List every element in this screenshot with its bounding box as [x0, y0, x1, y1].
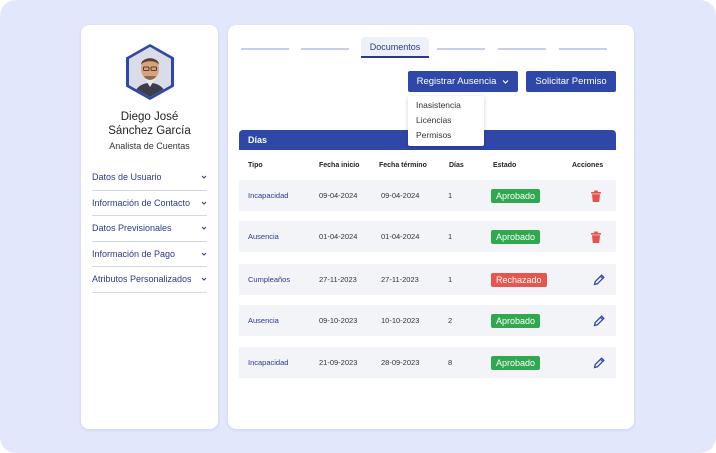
cell-tipo: Incapacidad: [248, 358, 289, 367]
chevron-down-icon: [502, 80, 509, 84]
cell-fecha-termino: 09-04-2024: [381, 191, 420, 200]
sidebar-item-label: Información de Contacto: [92, 197, 191, 208]
table-row: Ausencia 01-04-2024 01-04-2024 1 Aprobad…: [239, 221, 616, 252]
request-permission-button[interactable]: Solicitar Permiso: [526, 71, 616, 92]
status-badge: Aprobado: [491, 229, 541, 244]
sidebar-item-label: Atributos Personalizados: [92, 274, 192, 285]
cell-fecha-inicio: 01-04-2024: [319, 232, 358, 241]
register-absence-button[interactable]: Registrar Ausencia: [408, 71, 518, 92]
cell-fecha-termino: 28-09-2023: [381, 358, 420, 367]
status-badge: Aprobado: [491, 355, 541, 370]
pencil-icon[interactable]: [592, 273, 606, 287]
table-row: Incapacidad 09-04-2024 09-04-2024 1 Apro…: [239, 180, 616, 211]
cell-fecha-termino: 27-11-2023: [381, 275, 419, 284]
cell-dias: 8: [448, 358, 453, 367]
sidebar-item-informacion-contacto[interactable]: Información de Contacto: [92, 191, 207, 216]
cell-fecha-inicio: 27-11-2023: [319, 275, 357, 284]
cell-tipo: Ausencia: [248, 232, 279, 241]
chevron-down-icon: [201, 226, 207, 230]
trash-icon[interactable]: [589, 189, 603, 203]
cell-fecha-inicio: 21-09-2023: [319, 358, 358, 367]
column-header-fecha-inicio: Fecha inicio: [319, 162, 360, 169]
sidebar-item-label: Datos Previsionales: [92, 223, 172, 234]
tab-active-indicator: [361, 56, 429, 58]
cell-tipo: Ausencia: [248, 316, 279, 325]
sidebar-item-label: Datos de Usuario: [92, 172, 162, 183]
cell-fecha-termino: 10-10-2023: [381, 316, 420, 325]
trash-icon[interactable]: [589, 230, 603, 244]
chevron-down-icon: [201, 175, 207, 179]
avatar: [126, 44, 174, 100]
pencil-icon[interactable]: [592, 314, 606, 328]
cell-dias: 1: [448, 275, 453, 284]
table-row: Incapacidad 21-09-2023 28-09-2023 8 Apro…: [239, 347, 616, 378]
cell-tipo: Cumpleaños: [248, 275, 291, 284]
status-badge: Aprobado: [491, 188, 541, 203]
main-panel: Documentos Registrar Ausencia Solicitar …: [228, 25, 634, 429]
tab-placeholder[interactable]: [559, 48, 607, 50]
column-header-fecha-termino: Fecha término: [379, 162, 427, 169]
sidebar-nav: Datos de Usuario Información de Contacto…: [92, 165, 207, 293]
tab-documentos[interactable]: Documentos: [361, 37, 429, 57]
sidebar-item-datos-usuario[interactable]: Datos de Usuario: [92, 165, 207, 191]
tab-placeholder[interactable]: [301, 48, 349, 50]
user-first-name: Diego José: [120, 111, 179, 123]
chevron-down-icon: [201, 277, 207, 281]
sidebar-item-informacion-pago[interactable]: Información de Pago: [92, 242, 207, 267]
cell-fecha-inicio: 09-10-2023: [319, 316, 358, 325]
column-header-estado: Estado: [493, 162, 517, 169]
cell-fecha-termino: 01-04-2024: [381, 232, 420, 241]
column-header-dias: Días: [449, 162, 464, 169]
cell-dias: 2: [448, 316, 453, 325]
chevron-down-icon: [201, 201, 207, 205]
absence-type-dropdown: Inasistencia Licencias Permisos: [408, 96, 484, 146]
dropdown-item-permisos[interactable]: Permisos: [408, 128, 484, 143]
status-badge: Aprobado: [491, 313, 541, 328]
user-last-name: Sánchez García: [108, 125, 191, 137]
sidebar-item-label: Información de Pago: [92, 248, 176, 259]
cell-tipo: Incapacidad: [248, 191, 289, 200]
dropdown-item-licencias[interactable]: Licencias: [408, 113, 484, 128]
profile-sidebar: Diego José Sánchez García Analista de Cu…: [81, 25, 218, 429]
user-name: Diego José Sánchez García: [81, 110, 218, 138]
tab-placeholder[interactable]: [437, 48, 485, 50]
table-row: Cumpleaños 27-11-2023 27-11-2023 1 Recha…: [239, 264, 616, 295]
register-absence-label: Registrar Ausencia: [416, 76, 497, 87]
table-row: Ausencia 09-10-2023 10-10-2023 2 Aprobad…: [239, 305, 616, 336]
dropdown-item-inasistencia[interactable]: Inasistencia: [408, 98, 484, 113]
column-header-tipo: Tipo: [248, 162, 263, 169]
chevron-down-icon: [201, 252, 207, 256]
sidebar-item-datos-previsionales[interactable]: Datos Previsionales: [92, 216, 207, 242]
cell-fecha-inicio: 09-04-2024: [319, 191, 358, 200]
pencil-icon[interactable]: [592, 356, 606, 370]
column-header-acciones: Acciones: [572, 162, 604, 169]
cell-dias: 1: [448, 191, 453, 200]
status-badge: Rechazado: [491, 272, 547, 287]
user-role: Analista de Cuentas: [109, 141, 190, 151]
tab-placeholder[interactable]: [241, 48, 289, 50]
cell-dias: 1: [448, 232, 453, 241]
sidebar-item-atributos-personalizados[interactable]: Atributos Personalizados: [92, 267, 207, 293]
tab-placeholder[interactable]: [498, 48, 546, 50]
